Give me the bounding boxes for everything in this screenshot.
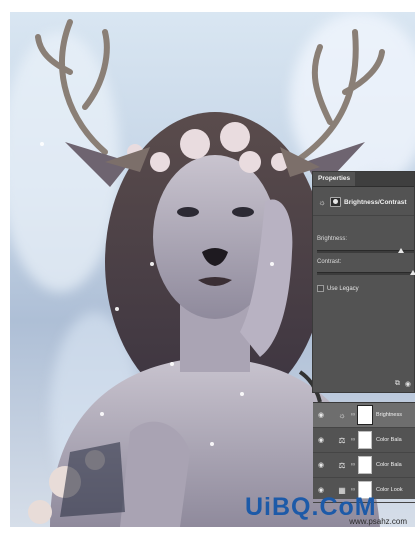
layer-name[interactable]: Color Bala (376, 437, 402, 443)
visibility-eye-icon[interactable]: ◉ (316, 436, 326, 444)
properties-tabbar: Properties (313, 172, 414, 187)
snowflake (115, 307, 119, 311)
link-icon[interactable]: ∞ (350, 462, 356, 468)
color-balance-icon[interactable]: ⚖ (336, 436, 348, 445)
view-previous-icon[interactable]: ◉ (405, 380, 411, 388)
brightness-label: Brightness: (317, 236, 348, 242)
brightness-contrast-icon[interactable]: ☼ (317, 197, 327, 207)
link-icon[interactable]: ∞ (350, 437, 356, 443)
visibility-eye-icon[interactable]: ◉ (316, 411, 326, 419)
clip-to-layer-icon[interactable]: ⧉ (395, 380, 400, 388)
layer-name[interactable]: Color Bala (376, 462, 402, 468)
adjustment-header: ☼ Brightness/Contrast (317, 196, 406, 208)
use-legacy-option[interactable]: Use Legacy (317, 285, 359, 292)
properties-panel: Properties ☼ Brightness/Contrast Brightn… (312, 171, 415, 393)
layers-panel: ◉ ☼ ∞ Brightness ◉ ⚖ ∞ Color Bala ◉ ⚖ ∞ … (313, 402, 415, 503)
snowflake (150, 262, 154, 266)
divider (313, 215, 414, 216)
layer-mask-icon[interactable] (330, 197, 341, 207)
snowflake (170, 362, 174, 366)
layer-row[interactable]: ◉ ⚖ ∞ Color Bala (313, 453, 415, 478)
snowflake (210, 442, 214, 446)
watermark-url: www.psahz.com (349, 517, 407, 526)
watermark: UiBQ.CoM www.psahz.com (245, 493, 415, 533)
layer-name[interactable]: Brightness (376, 412, 402, 418)
link-icon[interactable]: ∞ (350, 412, 356, 418)
contrast-label: Contrast: (317, 259, 342, 265)
visibility-eye-icon[interactable]: ◉ (316, 461, 326, 469)
layer-mask-thumbnail[interactable] (358, 431, 372, 449)
layer-mask-thumbnail[interactable] (357, 405, 373, 425)
brightness-slider-thumb[interactable] (398, 248, 405, 253)
snowflake (100, 412, 104, 416)
use-legacy-checkbox[interactable] (317, 285, 324, 292)
color-balance-icon[interactable]: ⚖ (336, 461, 348, 470)
contrast-slider-thumb[interactable] (410, 270, 415, 275)
properties-footer: ⧉ ◉ (395, 380, 411, 388)
contrast-slider[interactable] (317, 272, 414, 275)
layer-row[interactable]: ◉ ⚖ ∞ Color Bala (313, 428, 415, 453)
tab-properties[interactable]: Properties (313, 172, 356, 186)
snowflake (240, 392, 244, 396)
adjustment-title: Brightness/Contrast (344, 198, 407, 206)
snowflake (40, 142, 44, 146)
snowflake (270, 262, 274, 266)
layer-row[interactable]: ◉ ☼ ∞ Brightness (313, 403, 415, 428)
use-legacy-label: Use Legacy (327, 285, 359, 292)
layer-mask-thumbnail[interactable] (358, 456, 372, 474)
brightness-contrast-icon[interactable]: ☼ (336, 411, 348, 420)
